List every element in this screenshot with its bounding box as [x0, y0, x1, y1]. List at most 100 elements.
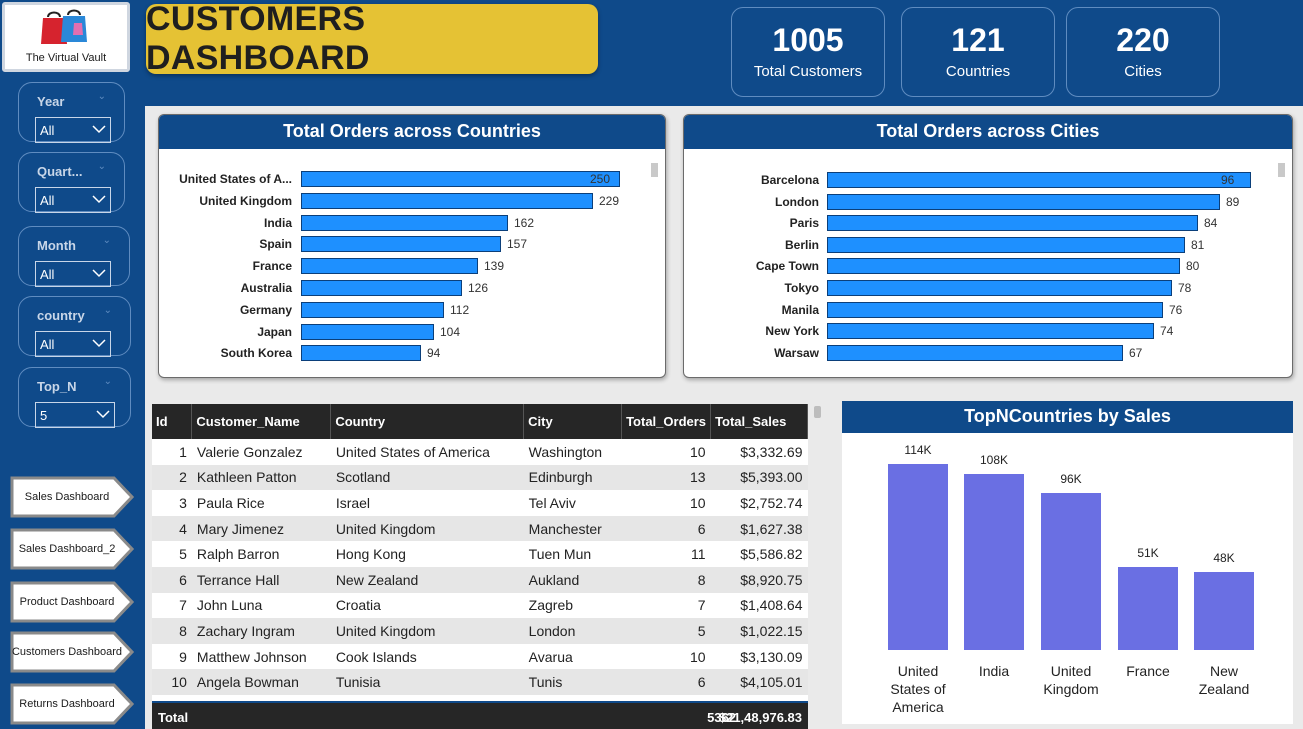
- nav-customers-dashboard[interactable]: Customers Dashboard: [10, 631, 134, 673]
- shopping-bags-icon: [41, 9, 87, 44]
- bar-row: Berlin 81: [684, 235, 1292, 255]
- column-header-customer-name[interactable]: Customer_Name: [191, 404, 332, 439]
- bar[interactable]: [301, 171, 620, 187]
- table-row[interactable]: 5 Ralph Barron Hong Kong Tuen Mun 11 $5,586.8…: [152, 541, 808, 567]
- bar[interactable]: [827, 236, 1185, 253]
- nav-returns-dashboard[interactable]: Returns Dashboard: [10, 683, 134, 725]
- table-cell: $3,332.69: [740, 443, 803, 460]
- bar-category-label: United Kingdom: [199, 193, 292, 208]
- chart-scrollbar[interactable]: [1278, 163, 1285, 177]
- bar[interactable]: [1118, 567, 1178, 650]
- bar-value-label: 112: [450, 302, 470, 317]
- table-header-row: Id Customer_Name Country City Total_Orde…: [152, 404, 808, 439]
- bar[interactable]: [827, 258, 1180, 275]
- column-header-total-sales[interactable]: Total_Sales: [710, 404, 808, 439]
- column-header-country[interactable]: Country: [330, 404, 525, 439]
- chevron-down-icon[interactable]: ⌄: [104, 376, 112, 387]
- bar[interactable]: [301, 280, 462, 296]
- slicer-country[interactable]: country ⌄ All: [18, 296, 131, 357]
- slicer-label: Top_N: [37, 379, 77, 394]
- chevron-down-icon[interactable]: ⌄: [103, 235, 111, 246]
- table-cell: $1,408.64: [740, 597, 803, 614]
- bar[interactable]: [827, 193, 1220, 210]
- bar-value-label: 114K: [904, 443, 931, 457]
- table-cell: Mary Jimenez: [196, 520, 285, 537]
- bar-row: South Korea 94: [159, 343, 665, 363]
- table-cell: $5,586.82: [740, 546, 803, 563]
- column-header-total-orders[interactable]: Total_Orders: [621, 404, 712, 439]
- nav-sales-dashboard[interactable]: Sales Dashboard: [10, 476, 134, 518]
- table-cell: Terrance Hall: [196, 571, 280, 588]
- bar[interactable]: [827, 301, 1163, 318]
- table-row[interactable]: 2 Kathleen Patton Scotland Edinburgh 13 $5,39…: [152, 464, 808, 491]
- table-cell: Avarua: [528, 648, 573, 665]
- bar[interactable]: [301, 258, 478, 275]
- table-cell: $4,105.01: [740, 674, 803, 691]
- table-row[interactable]: 3 Paula Rice Israel Tel Aviv 10 $2,752.74: [152, 490, 808, 516]
- bar[interactable]: [964, 474, 1024, 650]
- bar-category-label: Japan: [257, 324, 292, 339]
- bar[interactable]: [301, 192, 593, 209]
- slicer-dropdown[interactable]: All: [35, 187, 111, 213]
- bar[interactable]: [1194, 572, 1254, 650]
- chart-title: Total Orders across Cities: [684, 115, 1292, 149]
- table-cell: 6: [697, 674, 706, 691]
- bar[interactable]: [827, 323, 1154, 340]
- nav-product-dashboard[interactable]: Product Dashboard: [10, 581, 134, 623]
- bar[interactable]: [888, 464, 948, 650]
- column-header-id[interactable]: Id: [152, 404, 193, 439]
- table-row[interactable]: 6 Terrance Hall New Zealand Aukland 8 $8,920.…: [152, 566, 808, 593]
- total-sales: $21,48,976.83: [718, 710, 802, 725]
- table-cell: Washington: [528, 443, 603, 460]
- column-header-city[interactable]: City: [523, 404, 623, 439]
- table-row[interactable]: 10 Angela Bowman Tunisia Tunis 6 $4,105.01: [152, 669, 808, 695]
- bar[interactable]: [301, 345, 421, 362]
- bar-value-label: 162: [514, 215, 535, 230]
- bar-value-label: 80: [1186, 259, 1200, 274]
- bar[interactable]: [827, 344, 1123, 361]
- table-row[interactable]: 7 John Luna Croatia Zagreb 7 $1,408.64: [152, 592, 808, 619]
- table-row[interactable]: 9 Matthew Johnson Cook Islands Avarua 10 $3,1…: [152, 643, 808, 670]
- table-cell: Hong Kong: [335, 546, 406, 563]
- slicer-month[interactable]: Month ⌄ All: [18, 226, 130, 287]
- bar[interactable]: [827, 280, 1172, 296]
- table-scrollbar[interactable]: [814, 406, 821, 418]
- chevron-down-icon[interactable]: ⌄: [98, 91, 106, 102]
- bar-row: Japan 104: [159, 322, 665, 342]
- slicer-dropdown[interactable]: All: [35, 261, 111, 287]
- bar-value-label: 78: [1178, 281, 1192, 295]
- nav-sales-dashboard-2[interactable]: Sales Dashboard_2: [10, 528, 134, 570]
- chevron-down-icon[interactable]: ⌄: [104, 305, 112, 316]
- slicer-value: 5: [40, 408, 48, 423]
- slicer-top-n[interactable]: Top_N ⌄ 5: [18, 367, 131, 428]
- chevron-down-icon[interactable]: ⌄: [98, 161, 106, 172]
- bar[interactable]: [827, 215, 1198, 232]
- slicer-dropdown[interactable]: All: [35, 117, 111, 143]
- table-cell: 5: [179, 546, 187, 563]
- bar[interactable]: [301, 214, 508, 231]
- bar[interactable]: [827, 172, 1251, 188]
- bar-category-label: Cape Town: [755, 259, 819, 274]
- table-row[interactable]: 1 Valerie Gonzalez United States of Americ…: [152, 439, 808, 465]
- chart-scrollbar[interactable]: [651, 163, 658, 177]
- slicer-year[interactable]: Year ⌄ All: [18, 82, 125, 143]
- bar-row: Warsaw 67: [684, 343, 1292, 363]
- slicer-dropdown[interactable]: All: [35, 331, 111, 357]
- bar[interactable]: [301, 323, 434, 340]
- logo-text: The Virtual Vault: [25, 52, 107, 64]
- countries-orders-chart: Total Orders across Countries United Sta…: [158, 114, 666, 378]
- table-cell: 5: [697, 622, 706, 639]
- bar[interactable]: [1041, 493, 1101, 650]
- table-row[interactable]: 4 Mary Jimenez United Kingdom Manchester 6 $1…: [152, 515, 808, 542]
- slicer-value: All: [40, 267, 55, 282]
- bar[interactable]: [301, 301, 444, 318]
- bar-row: Cape Town 80: [684, 256, 1292, 276]
- bar-category-label: Australia: [240, 281, 292, 295]
- slicer-label: country: [37, 308, 85, 323]
- table-cell: Valerie Gonzalez: [196, 443, 303, 460]
- slicer-quarter[interactable]: Quart... ⌄ All: [18, 152, 125, 213]
- slicer-dropdown[interactable]: 5: [35, 402, 115, 428]
- bar[interactable]: [301, 236, 501, 253]
- bar-row: Barcelona 96: [684, 170, 1292, 190]
- table-row[interactable]: 8 Zachary Ingram United Kingdom London 5 $1,0…: [152, 618, 808, 644]
